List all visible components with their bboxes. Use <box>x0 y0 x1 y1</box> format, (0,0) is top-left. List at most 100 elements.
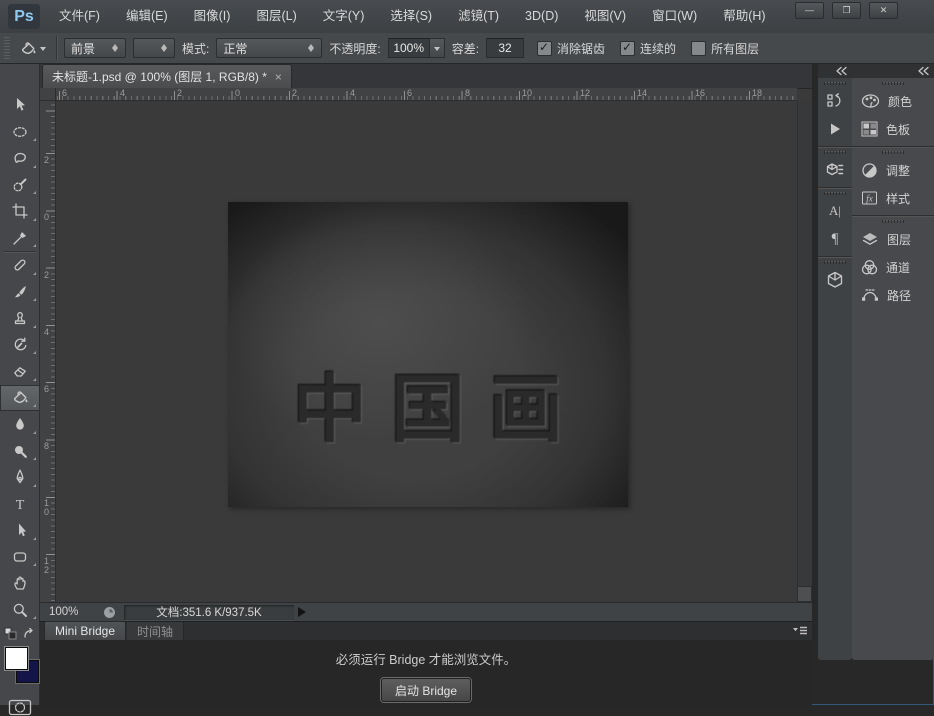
zoom-level-field[interactable]: 100% <box>49 606 91 618</box>
opacity-dropdown-button[interactable] <box>430 38 445 58</box>
tool-preset-picker[interactable] <box>17 40 49 57</box>
styles-panel-button[interactable]: fx 样式 <box>852 184 934 212</box>
horizontal-ruler[interactable]: 6 4 2 0 2 4 6 8 10 12 14 16 18 <box>56 88 797 101</box>
menu-view[interactable]: 视图(V) <box>571 0 639 33</box>
actions-panel-icon <box>827 121 843 137</box>
minimize-button[interactable]: — <box>795 2 824 19</box>
layers-panel-button[interactable]: 图层 <box>852 225 934 253</box>
ruler-number: 4 <box>42 328 51 337</box>
pen-tool[interactable] <box>0 464 40 491</box>
mode-label: 模式: <box>182 40 209 57</box>
dock-grip <box>824 82 846 85</box>
3d-panel-icon <box>826 271 844 289</box>
menu-file[interactable]: 文件(F) <box>46 0 113 33</box>
character-panel-icon: A| <box>829 203 841 219</box>
fill-source-select[interactable]: 前景 <box>64 38 126 58</box>
path-selection-tool[interactable] <box>0 517 40 544</box>
ruler-ticks <box>46 101 55 602</box>
crop-tool[interactable] <box>0 198 40 225</box>
dock-header[interactable] <box>818 64 852 78</box>
menu-layer[interactable]: 图层(L) <box>243 0 309 33</box>
ruler-number: 10 <box>42 499 51 517</box>
bottom-panel-tab-bar: Mini Bridge 时间轴 <box>40 621 812 640</box>
menu-help[interactable]: 帮助(H) <box>710 0 778 33</box>
paths-panel-icon <box>861 287 879 303</box>
document-tab[interactable]: 未标题-1.psd @ 100% (图层 1, RGB/8) * × <box>42 64 292 88</box>
eraser-tool[interactable] <box>0 358 40 385</box>
clone-stamp-tool[interactable] <box>0 305 40 332</box>
blend-mode-select[interactable]: 正常 <box>216 38 322 58</box>
channels-panel-button[interactable]: 通道 <box>852 253 934 281</box>
dodge-tool[interactable] <box>0 438 40 465</box>
status-flyout-icon[interactable] <box>298 607 311 617</box>
contiguous-checkbox[interactable] <box>620 41 635 56</box>
lasso-tool[interactable] <box>0 145 40 172</box>
history-panel-button[interactable] <box>818 87 852 115</box>
swap-colors-icon[interactable] <box>22 627 36 640</box>
launch-bridge-button[interactable]: 启动 Bridge <box>381 678 471 702</box>
zoom-tool[interactable] <box>0 597 40 624</box>
healing-brush-tool[interactable] <box>0 252 40 279</box>
panel-menu-icon[interactable] <box>792 626 808 636</box>
layer-comps-panel-button[interactable] <box>818 156 852 184</box>
tab-mini-bridge[interactable]: Mini Bridge <box>44 621 126 640</box>
menu-window[interactable]: 窗口(W) <box>639 0 710 33</box>
close-button[interactable]: ✕ <box>869 2 898 19</box>
menu-filter[interactable]: 滤镜(T) <box>445 0 512 33</box>
ruler-ticks <box>56 91 797 100</box>
color-panel-button[interactable]: 颜色 <box>852 87 934 115</box>
blur-tool-icon <box>12 416 28 432</box>
ruler-number: 6 <box>42 385 51 394</box>
type-tool-icon: T <box>12 496 28 512</box>
paint-bucket-tool[interactable] <box>0 385 40 412</box>
ruler-number: 10 <box>522 88 532 98</box>
antialias-checkbox[interactable] <box>537 41 552 56</box>
actions-panel-button[interactable] <box>818 115 852 143</box>
menu-type[interactable]: 文字(Y) <box>310 0 378 33</box>
tolerance-input[interactable]: 32 <box>486 38 524 58</box>
ruler-number: 8 <box>42 442 51 451</box>
3d-panel-button[interactable] <box>818 266 852 294</box>
adjustments-panel-button[interactable]: 调整 <box>852 156 934 184</box>
vertical-scrollbar[interactable] <box>797 101 812 602</box>
opacity-input[interactable]: 100% <box>388 38 430 58</box>
chevron-down-icon <box>434 47 440 54</box>
vertical-ruler[interactable]: 2 0 2 4 6 8 10 12 <box>40 101 56 602</box>
document-tab-title: 未标题-1.psd @ 100% (图层 1, RGB/8) * <box>52 68 267 85</box>
character-panel-button[interactable]: A| <box>818 197 852 225</box>
menu-3d[interactable]: 3D(D) <box>512 0 571 33</box>
default-colors-icon[interactable] <box>4 627 17 640</box>
opacity-control: 100% <box>388 38 445 58</box>
dock-header[interactable] <box>852 64 934 78</box>
menu-edit[interactable]: 编辑(E) <box>113 0 181 33</box>
type-tool[interactable]: T <box>0 491 40 518</box>
canvas-pasteboard[interactable]: 中国画 <box>56 101 797 602</box>
shape-tool[interactable] <box>0 544 40 571</box>
layer-comps-panel-icon <box>826 161 844 179</box>
eyedropper-tool[interactable] <box>0 225 40 252</box>
brush-tool[interactable] <box>0 279 40 306</box>
quick-selection-tool[interactable] <box>0 172 40 199</box>
menu-image[interactable]: 图像(I) <box>181 0 244 33</box>
canvas-image[interactable]: 中国画 <box>228 202 628 507</box>
paths-panel-button[interactable]: 路径 <box>852 281 934 309</box>
marquee-tool[interactable] <box>0 119 40 146</box>
swatches-panel-button[interactable]: 色板 <box>852 115 934 143</box>
crop-tool-icon <box>12 203 28 219</box>
tab-timeline[interactable]: 时间轴 <box>127 622 184 640</box>
ruler-number: 0 <box>235 88 240 98</box>
paragraph-panel-button[interactable]: ¶ <box>818 225 852 253</box>
maximize-button[interactable]: ❐ <box>832 2 861 19</box>
history-brush-tool[interactable] <box>0 332 40 359</box>
move-tool[interactable] <box>0 92 40 119</box>
document-size-info[interactable]: 文档:351.6 K/937.5K <box>124 605 294 620</box>
all-layers-checkbox[interactable] <box>691 41 706 56</box>
tab-close-icon[interactable]: × <box>275 71 282 83</box>
quick-selection-tool-icon <box>12 177 28 193</box>
foreground-color-swatch[interactable] <box>5 647 28 670</box>
menu-select[interactable]: 选择(S) <box>377 0 445 33</box>
pattern-picker[interactable] <box>133 38 175 58</box>
hand-tool[interactable] <box>0 570 40 597</box>
quick-mask-button[interactable] <box>0 699 39 716</box>
blur-tool[interactable] <box>0 411 40 438</box>
